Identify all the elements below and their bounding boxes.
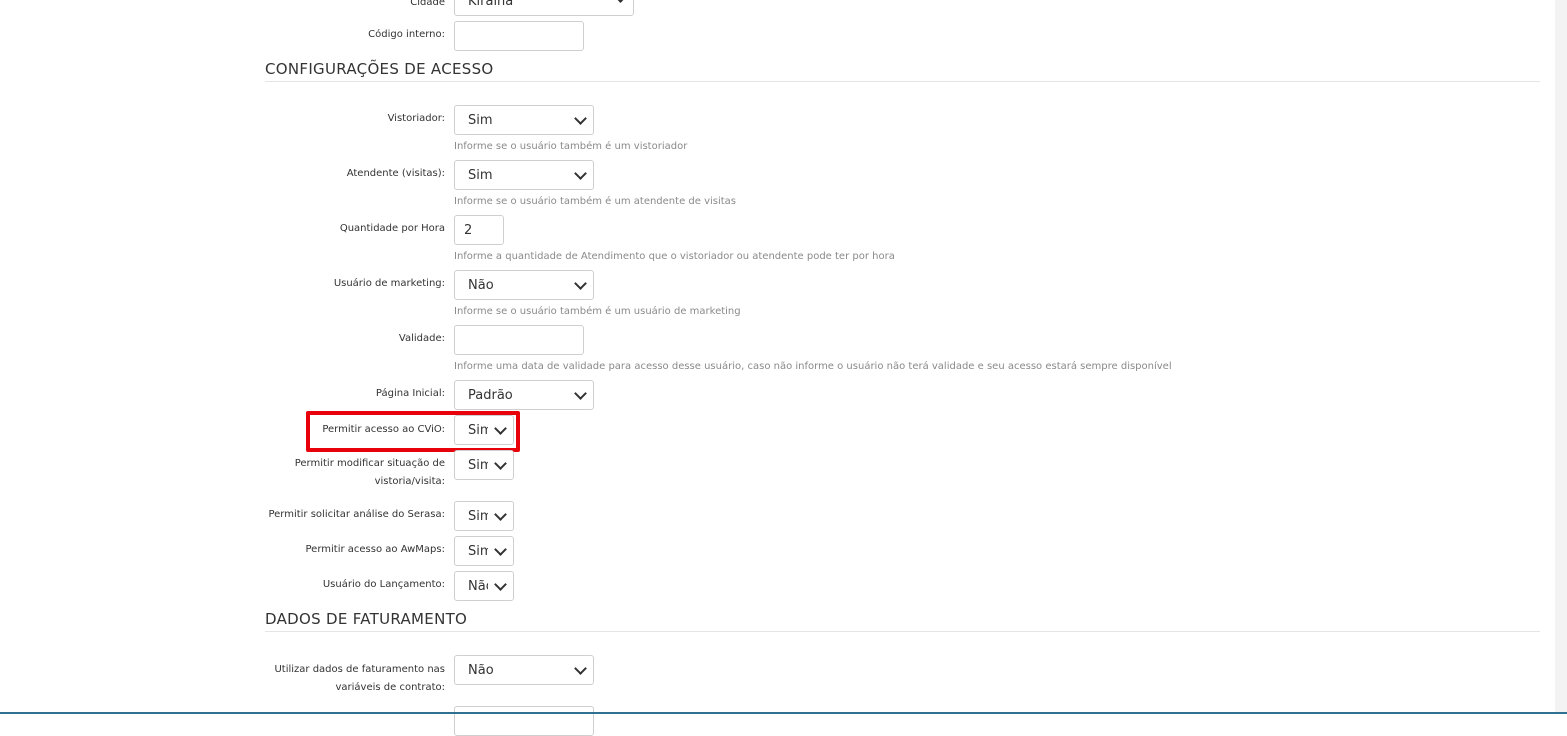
cidade-select-value: Kiraina: [468, 0, 514, 9]
chevron-down-icon: [614, 0, 627, 3]
chevron-down-icon: [494, 457, 507, 470]
awmaps-label: Permitir acesso ao AwMaps:: [305, 544, 446, 555]
modificar-situacao-select-value: Sim: [468, 458, 488, 473]
pagina-inicial-select-value: Padrão: [468, 388, 513, 403]
codigo-interno-label: Código interno:: [368, 29, 445, 40]
validade-input[interactable]: [454, 325, 584, 355]
cidade-select[interactable]: Kiraina: [454, 0, 634, 16]
user-form-page: Cidade Kiraina Código interno: CONFIGURA…: [0, 0, 1567, 736]
marketing-help: Informe se o usuário também é um usuário…: [454, 306, 741, 317]
chevron-down-icon: [574, 277, 587, 290]
section-title-access: CONFIGURAÇÕES DE ACESSO: [265, 60, 494, 78]
vertical-scrollbar[interactable]: [1555, 0, 1567, 714]
serasa-label: Permitir solicitar análise do Serasa:: [268, 509, 445, 520]
modificar-situacao-label: Permitir modificar situação de vistoria/…: [294, 458, 445, 487]
serasa-select[interactable]: Sim: [454, 501, 514, 531]
marketing-select[interactable]: Não: [454, 270, 594, 300]
vistoriador-help: Informe se o usuário também é um vistori…: [454, 141, 688, 152]
marketing-label: Usuário de marketing:: [333, 278, 445, 289]
chevron-down-icon: [574, 387, 587, 400]
awmaps-select-value: Sim: [468, 544, 488, 559]
atendente-label: Atendente (visitas):: [346, 168, 445, 179]
atendente-select-value: Sim: [468, 168, 493, 183]
faturamento-variaveis-select-value: Não: [468, 663, 494, 678]
next-field-select[interactable]: [454, 706, 594, 736]
chevron-down-icon: [574, 112, 587, 125]
quantidade-label: Quantidade por Hora: [339, 223, 445, 234]
pagina-inicial-select[interactable]: Padrão: [454, 380, 594, 410]
awmaps-select[interactable]: Sim: [454, 536, 514, 566]
modificar-situacao-select[interactable]: Sim: [454, 450, 514, 480]
cidade-label: Cidade: [410, 0, 445, 8]
quantidade-help: Informe a quantidade de Atendimento que …: [454, 251, 895, 262]
validade-label: Validade:: [398, 333, 445, 344]
lancamento-select[interactable]: Não: [454, 571, 514, 601]
codigo-interno-input[interactable]: [454, 21, 584, 51]
faturamento-variaveis-label: Utilizar dados de faturamento nas variáv…: [274, 664, 445, 693]
validade-help: Informe uma data de validade para acesso…: [454, 361, 1172, 372]
section-divider: [265, 631, 1540, 632]
section-divider: [265, 81, 1540, 82]
vistoriador-select-value: Sim: [468, 113, 493, 128]
lancamento-label: Usuário do Lançamento:: [322, 579, 445, 590]
chevron-down-icon: [494, 543, 507, 556]
quantidade-input[interactable]: 2: [454, 215, 504, 245]
chevron-down-icon: [574, 662, 587, 675]
vistoriador-select[interactable]: Sim: [454, 105, 594, 135]
faturamento-variaveis-select[interactable]: Não: [454, 655, 594, 685]
chevron-down-icon: [494, 578, 507, 591]
chevron-down-icon: [494, 508, 507, 521]
atendente-help: Informe se o usuário também é um atenden…: [454, 196, 737, 207]
atendente-select[interactable]: Sim: [454, 160, 594, 190]
pagina-inicial-label: Página Inicial:: [375, 388, 445, 399]
highlight-box: [306, 411, 520, 452]
quantidade-input-value: 2: [464, 223, 473, 238]
section-title-billing: DADOS DE FATURAMENTO: [265, 610, 468, 628]
marketing-select-value: Não: [468, 278, 494, 293]
vistoriador-label: Vistoriador:: [387, 113, 445, 124]
serasa-select-value: Sim: [468, 509, 488, 524]
chevron-down-icon: [574, 167, 587, 180]
lancamento-select-value: Não: [468, 579, 488, 594]
